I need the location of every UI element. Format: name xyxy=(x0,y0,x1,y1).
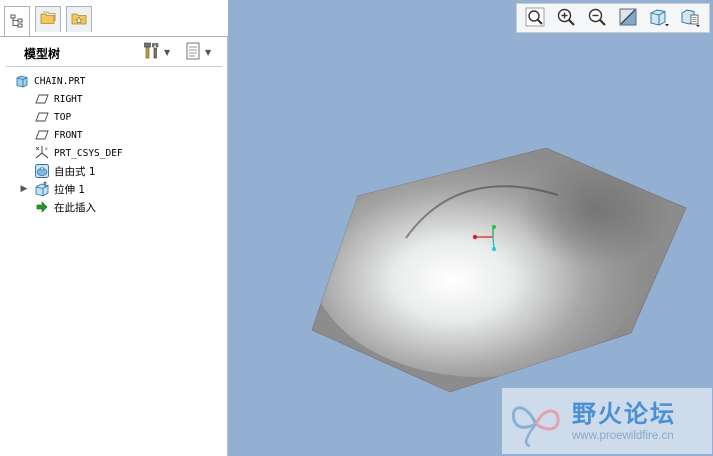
butterfly-logo-icon xyxy=(508,394,564,453)
tree-item-right[interactable]: RIGHT xyxy=(0,90,226,108)
datum-plane-icon xyxy=(34,127,50,143)
extrude-icon xyxy=(34,181,50,197)
model-tree-header: 模型树 ▼ ▼ xyxy=(0,38,226,66)
tab-folder-browser[interactable] xyxy=(35,6,61,32)
part-icon xyxy=(14,73,30,89)
display-style-button[interactable] xyxy=(645,5,673,31)
tree-item-label: CHAIN.PRT xyxy=(34,75,86,87)
left-panel: 模型树 ▼ ▼ CHAIN.PRT RIGHT TOP FRONT x PRT_… xyxy=(0,0,228,456)
insert-here-arrow-icon xyxy=(34,199,50,215)
tree-item-label: 自由式 1 xyxy=(54,165,96,178)
tree-item-top[interactable]: TOP xyxy=(0,108,226,126)
svg-text:x: x xyxy=(45,147,48,152)
tree-item-label: PRT_CSYS_DEF xyxy=(54,147,123,159)
tab-model-tree[interactable] xyxy=(4,6,30,37)
folder-icon xyxy=(40,11,56,28)
csys-icon: x xyxy=(34,145,50,161)
chevron-down-icon: ▼ xyxy=(164,47,171,57)
tree-item-freestyle-1[interactable]: 自由式 1 xyxy=(0,162,226,180)
tree-item-label: FRONT xyxy=(54,129,83,141)
model-tree-title: 模型树 xyxy=(24,47,61,61)
tree-item-label: TOP xyxy=(54,111,72,123)
zoom-in-icon xyxy=(556,7,576,30)
favorites-icon xyxy=(71,11,87,28)
zoom-fit-button[interactable] xyxy=(521,5,549,31)
tree-item-label: 拉伸 1 xyxy=(54,183,86,196)
model-tree: CHAIN.PRT RIGHT TOP FRONT x PRT_CSYS_DEF… xyxy=(0,72,226,216)
freestyle-icon xyxy=(34,163,50,179)
watermark-title: 野火论坛 xyxy=(572,400,676,428)
datum-plane-icon xyxy=(34,109,50,125)
model-tree-icon xyxy=(10,14,24,31)
repaint-button[interactable] xyxy=(614,5,642,31)
view-toolbar xyxy=(516,3,710,33)
tree-settings-button[interactable]: ▼ xyxy=(144,42,170,62)
tree-item-label: 在此插入 xyxy=(54,201,96,214)
navigator-tab-strip xyxy=(0,0,228,37)
watermark: 野火论坛 www.proewildfire.cn xyxy=(502,388,712,454)
tree-item-front[interactable]: FRONT xyxy=(0,126,226,144)
tree-show-button[interactable]: ▼ xyxy=(186,42,211,62)
tools-icon xyxy=(144,42,160,63)
tab-favorites[interactable] xyxy=(66,6,92,32)
tree-item-prt-csys-def[interactable]: x PRT_CSYS_DEF xyxy=(0,144,226,162)
saved-views-icon xyxy=(679,7,701,30)
tree-item-extrude-1[interactable]: ▶ 拉伸 1 xyxy=(0,180,226,198)
saved-views-button[interactable] xyxy=(676,5,704,31)
zoom-fit-icon xyxy=(525,7,545,30)
list-icon xyxy=(186,42,200,63)
chevron-down-icon: ▼ xyxy=(205,47,212,57)
zoom-out-icon xyxy=(587,7,607,30)
tree-item-insert-here[interactable]: 在此插入 xyxy=(0,198,226,216)
watermark-url: www.proewildfire.cn xyxy=(572,430,674,442)
datum-plane-icon xyxy=(34,91,50,107)
zoom-out-button[interactable] xyxy=(583,5,611,31)
tree-item-chain-prt[interactable]: CHAIN.PRT xyxy=(0,72,226,90)
tree-item-label: RIGHT xyxy=(54,93,83,105)
display-style-icon xyxy=(648,7,670,30)
expand-arrow-icon[interactable]: ▶ xyxy=(18,184,30,194)
repaint-icon xyxy=(618,7,638,30)
zoom-in-button[interactable] xyxy=(552,5,580,31)
